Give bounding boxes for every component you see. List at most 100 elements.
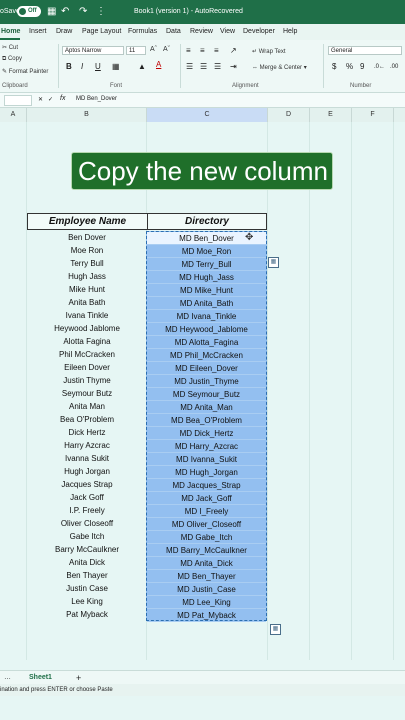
employee-name-cell[interactable]: Anita Bath [27,296,147,309]
directory-column-selection[interactable]: MD Ben_Dover MD Moe_Ron MD Terry_Bull MD Hu… [146,231,267,622]
directory-cell[interactable]: MD Eileen_Dover [147,362,266,375]
orientation-icon[interactable]: ↗ [230,46,237,56]
align-top-icon[interactable]: ≡ [186,46,191,56]
employee-name-cell[interactable]: Justin Thyme [27,374,147,387]
directory-cell[interactable]: MD Barry_McCaulkner [147,544,266,557]
employee-name-cell[interactable]: Jack Goff [27,491,147,504]
font-size-select[interactable]: 11 [126,46,146,55]
employee-name-cell[interactable]: Seymour Butz [27,387,147,400]
align-right-icon[interactable]: ☰ [214,62,221,72]
quick-analysis-icon[interactable]: ▦ [268,257,279,268]
employee-name-cell[interactable]: Ivanna Sukit [27,452,147,465]
directory-cell[interactable]: MD Justin_Thyme [147,375,266,388]
directory-cell[interactable]: MD Jacques_Strap [147,479,266,492]
employee-name-cell[interactable]: Lee King [27,595,147,608]
tab-data[interactable]: Data [166,28,181,35]
column-header-c[interactable]: C [147,108,268,122]
column-header-d[interactable]: D [268,108,310,122]
tab-insert[interactable]: Insert [29,28,47,35]
employee-name-cell[interactable]: Phil McCracken [27,348,147,361]
directory-cell[interactable]: MD I_Freely [147,505,266,518]
column-header-e[interactable]: E [310,108,352,122]
borders-icon[interactable]: ▦ [112,62,120,72]
align-middle-icon[interactable]: ≡ [200,46,205,56]
directory-cell[interactable]: MD Bea_O'Problem [147,414,266,427]
underline-button[interactable]: U [95,62,101,72]
align-left-icon[interactable]: ☰ [186,62,193,72]
employee-name-cell[interactable]: Ivana Tinkle [27,309,147,322]
directory-header[interactable]: Directory [148,214,266,229]
tab-review[interactable]: Review [190,28,213,35]
tab-developer[interactable]: Developer [243,28,275,35]
undo-icon[interactable]: ↶ [61,6,69,18]
number-format-select[interactable]: General [328,46,402,55]
employee-name-cell[interactable]: Bea O'Problem [27,413,147,426]
directory-cell[interactable]: MD Lee_King [147,596,266,609]
indent-icon[interactable]: ⇥ [230,62,237,72]
decrease-font-icon[interactable]: Aˇ [163,46,170,53]
tab-page-layout[interactable]: Page Layout [82,28,121,35]
directory-cell[interactable]: MD Justin_Case [147,583,266,596]
decrease-decimal-icon[interactable]: .00 [390,62,398,72]
employee-name-cell[interactable]: Jacques Strap [27,478,147,491]
add-sheet-button[interactable]: + [76,673,81,683]
employee-name-cell[interactable]: I.P. Freely [27,504,147,517]
employee-name-cell[interactable]: Anita Man [27,400,147,413]
directory-cell[interactable]: MD Seymour_Butz [147,388,266,401]
directory-cell[interactable]: MD Heywood_Jablome [147,323,266,336]
directory-cell[interactable]: MD Anita_Man [147,401,266,414]
employee-name-cell[interactable]: Moe Ron [27,244,147,257]
font-color-icon[interactable]: A [156,60,161,70]
directory-cell[interactable]: MD Pat_Myback [147,609,266,622]
percent-button[interactable]: % [346,62,353,72]
employee-name-cell[interactable]: Alotta Fagina [27,335,147,348]
tab-draw[interactable]: Draw [56,28,72,35]
autosave-toggle[interactable]: Off [17,6,41,17]
employee-name-cell[interactable]: Barry McCaulkner [27,543,147,556]
employee-name-cell[interactable]: Ben Thayer [27,569,147,582]
increase-font-icon[interactable]: Aˆ [150,46,157,53]
directory-cell[interactable]: MD Hugh_Jass [147,271,266,284]
copy-button[interactable]: ⧉ Copy [2,56,22,63]
employee-name-header[interactable]: Employee Name [28,214,148,229]
enter-icon[interactable]: ✓ [48,96,53,103]
directory-cell[interactable]: MD Dick_Hertz [147,427,266,440]
employee-name-cell[interactable]: Dick Hertz [27,426,147,439]
merge-center-button[interactable]: ⇔ Merge & Center ▾ [252,64,307,71]
align-bottom-icon[interactable]: ≡ [214,46,219,56]
employee-name-cell[interactable]: Hugh Jorgan [27,465,147,478]
paste-options-icon[interactable]: ▦ [270,624,281,635]
fill-color-icon[interactable]: ▲ [138,62,146,72]
employee-name-cell[interactable]: Eileen Dover [27,361,147,374]
comma-button[interactable]: 9 [360,62,364,72]
italic-button[interactable]: I [81,62,83,72]
employee-name-cell[interactable]: Gabe Itch [27,530,147,543]
currency-button[interactable]: $ [332,62,336,72]
directory-cell[interactable]: MD Gabe_Itch [147,531,266,544]
tab-home[interactable]: Home [1,28,20,35]
directory-cell[interactable]: MD Oliver_Closeoff [147,518,266,531]
employee-name-cell[interactable]: Ben Dover [27,231,147,244]
formula-input[interactable]: MD Ben_Dover [76,96,117,102]
scroll-left-icon[interactable]: … [4,674,11,681]
directory-cell[interactable]: MD Jack_Goff [147,492,266,505]
directory-cell[interactable]: MD Hugh_Jorgan [147,466,266,479]
directory-cell[interactable]: MD Moe_Ron [147,245,266,258]
column-header-b[interactable]: B [27,108,147,122]
employee-name-cell[interactable]: Heywood Jablome [27,322,147,335]
column-header-f[interactable]: F [352,108,394,122]
wrap-text-button[interactable]: ↵ Wrap Text [252,48,286,55]
redo-icon[interactable]: ↷ [79,6,87,18]
more-icon[interactable]: ⋮ [96,6,106,18]
tab-help[interactable]: Help [283,28,297,35]
fx-icon[interactable]: fx [60,95,65,102]
directory-cell[interactable]: MD Phil_McCracken [147,349,266,362]
directory-cell[interactable]: MD Alotta_Fagina [147,336,266,349]
directory-cell[interactable]: MD Harry_Azcrac [147,440,266,453]
increase-decimal-icon[interactable]: .0← [374,62,385,72]
employee-name-cell[interactable]: Anita Dick [27,556,147,569]
font-name-select[interactable]: Aptos Narrow [62,46,124,55]
employee-name-cell[interactable]: Pat Myback [27,608,147,621]
cut-button[interactable]: ✂ Cut [2,44,18,51]
format-painter-button[interactable]: ✎ Format Painter [2,68,48,75]
